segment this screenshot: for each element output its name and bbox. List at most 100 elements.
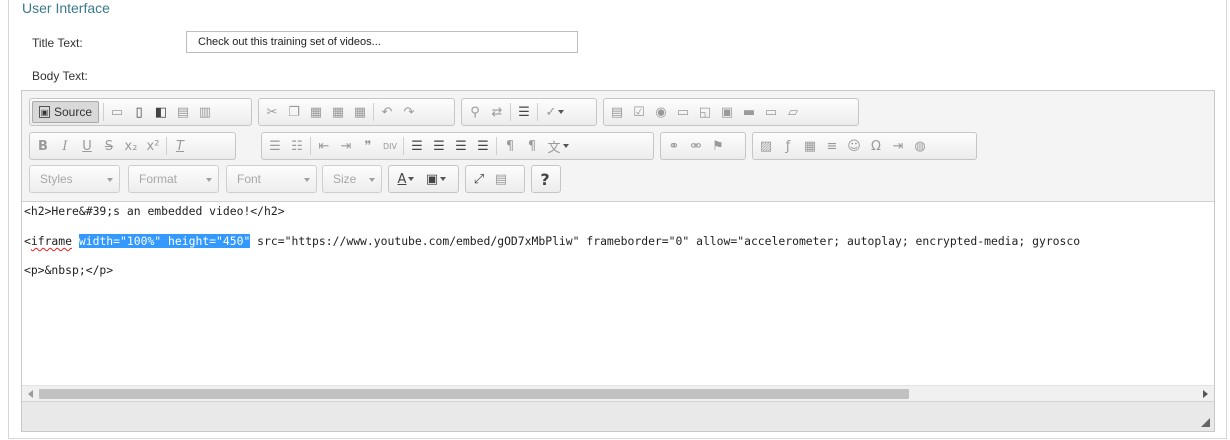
- paste-word-icon[interactable]: ▦: [349, 101, 371, 123]
- replace-icon[interactable]: ⇄: [486, 101, 508, 123]
- styles-label: Styles: [40, 172, 73, 186]
- ltr-icon[interactable]: ¶: [499, 135, 521, 157]
- select-icon[interactable]: ▣: [716, 101, 738, 123]
- underline-icon[interactable]: U: [76, 135, 98, 157]
- link-icon[interactable]: ⚭: [663, 135, 685, 157]
- copy-icon[interactable]: ❐: [283, 101, 305, 123]
- code-line-2: <iframe width="100%" height="450" src="h…: [24, 234, 1080, 248]
- scroll-right-icon[interactable]: [1203, 390, 1208, 398]
- editing-group: ⚲ ⇄ ☰ ✓: [461, 98, 597, 126]
- numbered-list-icon[interactable]: ☰: [264, 135, 286, 157]
- source-button[interactable]: ▣ Source: [32, 101, 100, 123]
- code-line-1-text: <h2>Here&#39;s an embedded video!</h2>: [24, 204, 285, 218]
- page-break-icon[interactable]: ⇥: [887, 135, 909, 157]
- bold-icon[interactable]: B: [32, 135, 54, 157]
- resize-grip-icon[interactable]: [1201, 418, 1210, 427]
- about-group: ?: [531, 165, 561, 193]
- code-line-2-rest: src="https://www.youtube.com/embed/gOD7x…: [250, 234, 1081, 248]
- source-label: Source: [54, 105, 93, 119]
- div-icon[interactable]: DIV: [379, 135, 401, 157]
- align-left-icon[interactable]: ☰: [406, 135, 428, 157]
- image-icon[interactable]: ▨: [755, 135, 777, 157]
- textarea-icon[interactable]: ◱: [694, 101, 716, 123]
- forms-group: ▤ ☑ ◉ ▭ ◱ ▣ ▬ ▭ ▱: [603, 98, 859, 126]
- unlink-icon[interactable]: ⚮: [685, 135, 707, 157]
- superscript-icon[interactable]: x²: [142, 135, 164, 157]
- subscript-icon[interactable]: x₂: [120, 135, 142, 157]
- indent-icon[interactable]: ⇥: [335, 135, 357, 157]
- section-title: User Interface: [22, 0, 110, 16]
- font-label: Font: [237, 172, 262, 186]
- strike-icon[interactable]: S: [98, 135, 120, 157]
- links-group: ⚭ ⚮ ⚑: [660, 132, 746, 160]
- outdent-icon[interactable]: ⇤: [313, 135, 335, 157]
- title-text-input[interactable]: [186, 31, 578, 53]
- table-icon[interactable]: ▦: [799, 135, 821, 157]
- styles-combo[interactable]: Styles: [29, 165, 120, 193]
- form-icon[interactable]: ▤: [606, 101, 628, 123]
- code-line-1: <h2>Here&#39;s an embedded video!</h2>: [24, 204, 285, 218]
- remove-format-icon[interactable]: T: [169, 135, 191, 157]
- find-icon[interactable]: ⚲: [464, 101, 486, 123]
- scrollbar-thumb[interactable]: [39, 389, 909, 399]
- scroll-left-icon[interactable]: [28, 390, 33, 398]
- background-color-icon[interactable]: ▣: [421, 168, 451, 190]
- smiley-icon[interactable]: ☺: [843, 135, 865, 157]
- help-button[interactable]: ?: [534, 168, 556, 190]
- code-line-2-open: <: [24, 234, 31, 248]
- document-group: ▣ Source ▭ ▯ ◧ ▤ ▥: [29, 98, 252, 126]
- size-label: Size: [333, 172, 357, 186]
- paragraph-group: ☰ ☷ ⇤ ⇥ ❞ DIV ☰ ☰ ☰ ☰ ¶ ¶ 文: [261, 132, 654, 160]
- size-combo[interactable]: Size: [322, 165, 382, 193]
- anchor-icon[interactable]: ⚑: [707, 135, 729, 157]
- title-text-label: Title Text:: [32, 36, 83, 50]
- colors-group: A ▣: [388, 165, 459, 193]
- cut-icon[interactable]: ✂: [261, 101, 283, 123]
- align-right-icon[interactable]: ☰: [450, 135, 472, 157]
- button-icon[interactable]: ▬: [738, 101, 760, 123]
- undo-icon[interactable]: ↶: [376, 101, 398, 123]
- spellcheck-icon[interactable]: ✓: [540, 101, 570, 123]
- code-line-3-text: <p>&nbsp;</p>: [24, 263, 114, 277]
- source-icon: ▣: [39, 106, 50, 118]
- templates-icon[interactable]: ▥: [194, 101, 216, 123]
- source-code-area[interactable]: <h2>Here&#39;s an embedded video!</h2> <…: [22, 201, 1214, 385]
- body-text-label: Body Text:: [32, 69, 88, 83]
- flash-icon[interactable]: ƒ: [777, 135, 799, 157]
- rtl-icon[interactable]: ¶: [521, 135, 543, 157]
- print-icon[interactable]: ▤: [172, 101, 194, 123]
- rich-text-editor: ▣ Source ▭ ▯ ◧ ▤ ▥ ✂ ❐ ▦ ▦ ▦ ↶ ↷ ⚲ ⇄ ☰ ✓…: [21, 90, 1215, 432]
- font-combo[interactable]: Font: [226, 165, 317, 193]
- italic-icon[interactable]: I: [54, 135, 76, 157]
- code-line-2-space: [72, 234, 79, 248]
- preview-icon[interactable]: ◧: [150, 101, 172, 123]
- paste-icon[interactable]: ▦: [305, 101, 327, 123]
- paste-text-icon[interactable]: ▦: [327, 101, 349, 123]
- radio-icon[interactable]: ◉: [650, 101, 672, 123]
- language-icon[interactable]: 文: [543, 135, 573, 157]
- image-button-icon[interactable]: ▭: [760, 101, 782, 123]
- textfield-icon[interactable]: ▭: [672, 101, 694, 123]
- redo-icon[interactable]: ↷: [398, 101, 420, 123]
- bulleted-list-icon[interactable]: ☷: [286, 135, 308, 157]
- format-combo[interactable]: Format: [128, 165, 219, 193]
- special-char-icon[interactable]: Ω: [865, 135, 887, 157]
- new-page-icon[interactable]: ▯: [128, 101, 150, 123]
- hidden-field-icon[interactable]: ▱: [782, 101, 804, 123]
- horizontal-rule-icon[interactable]: ≡: [821, 135, 843, 157]
- blockquote-icon[interactable]: ❞: [357, 135, 379, 157]
- format-label: Format: [139, 172, 178, 186]
- show-blocks-icon[interactable]: ▤: [490, 168, 512, 190]
- text-color-icon[interactable]: A: [391, 168, 421, 190]
- code-line-3: <p>&nbsp;</p>: [24, 263, 113, 277]
- select-all-icon[interactable]: ☰: [513, 101, 535, 123]
- justify-icon[interactable]: ☰: [472, 135, 494, 157]
- align-center-icon[interactable]: ☰: [428, 135, 450, 157]
- checkbox-icon[interactable]: ☑: [628, 101, 650, 123]
- horizontal-scrollbar[interactable]: [22, 385, 1214, 401]
- save-icon[interactable]: ▭: [106, 101, 128, 123]
- tools-group: ⤢ ▤: [465, 165, 525, 193]
- maximize-icon[interactable]: ⤢: [468, 168, 490, 190]
- editor-toolbar: ▣ Source ▭ ▯ ◧ ▤ ▥ ✂ ❐ ▦ ▦ ▦ ↶ ↷ ⚲ ⇄ ☰ ✓…: [22, 91, 1214, 201]
- iframe-icon[interactable]: ◍: [909, 135, 931, 157]
